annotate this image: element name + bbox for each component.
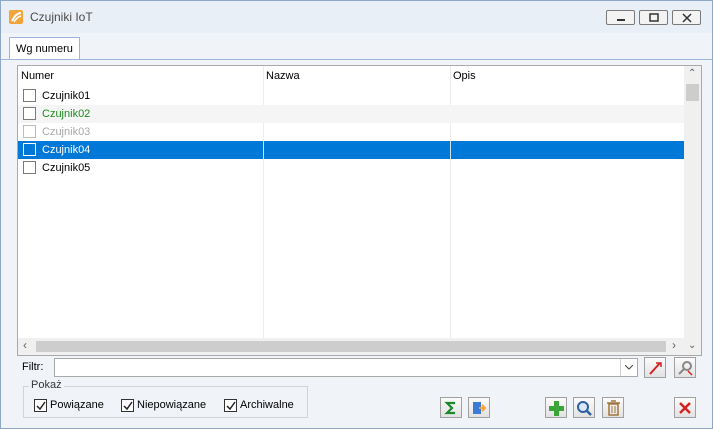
filter-settings-button[interactable] [674, 357, 696, 378]
table-row-selected[interactable]: Czujnik04 [18, 141, 684, 159]
checkmark-icon [123, 401, 133, 411]
sensor-grid[interactable]: Numer Nazwa Opis Czujnik01 Czujnik02 Czu… [17, 65, 702, 356]
minimize-button[interactable] [606, 10, 635, 25]
row-checkbox[interactable] [23, 89, 36, 102]
close-icon [682, 13, 692, 23]
vertical-scrollbar[interactable]: ⌃ [684, 66, 701, 338]
filter-input[interactable] [54, 358, 638, 377]
checkmark-icon [36, 401, 46, 411]
table-row[interactable]: Czujnik01 [18, 87, 684, 105]
scroll-down-icon[interactable]: ⌄ [688, 341, 696, 351]
filter-label: Filtr: [22, 361, 44, 373]
checkmark-icon [226, 401, 236, 411]
sum-icon [444, 401, 455, 415]
tab-wg-numeru[interactable]: Wg numeru [9, 37, 80, 60]
table-row[interactable]: Czujnik05 [18, 159, 684, 177]
show-group-title: Pokaż [29, 379, 64, 391]
tab-strip: Wg numeru [1, 33, 712, 60]
main-window: Czujniki IoT Wg numeru Numer Nazwa Opis … [0, 0, 713, 429]
checkbox-label: Powiązane [50, 399, 104, 411]
tab-divider [1, 59, 712, 60]
table-row[interactable]: Czujnik02 [18, 105, 684, 123]
row-numer: Czujnik05 [42, 162, 91, 174]
row-numer: Czujnik04 [42, 144, 91, 156]
title-bar[interactable]: Czujniki IoT [1, 1, 712, 33]
cell-divider [450, 141, 451, 159]
search-button[interactable] [573, 397, 595, 418]
sum-button[interactable] [440, 397, 462, 418]
scroll-left-icon[interactable]: ‹ [23, 339, 27, 351]
horizontal-scroll-thumb[interactable] [36, 341, 666, 352]
minimize-icon [617, 19, 625, 21]
add-button[interactable] [545, 397, 567, 418]
row-checkbox[interactable] [23, 143, 36, 156]
row-numer: Czujnik01 [42, 90, 91, 102]
window-title: Czujniki IoT [30, 10, 93, 24]
row-checkbox[interactable] [23, 125, 36, 138]
delete-button[interactable] [602, 397, 624, 418]
scroll-up-icon[interactable]: ⌃ [688, 69, 696, 79]
chevron-down-icon [625, 365, 633, 370]
checkbox-label: Archiwalne [240, 399, 294, 411]
checkbox-label: Niepowiązane [137, 399, 207, 411]
grid-header: Numer Nazwa Opis [18, 66, 684, 86]
close-button[interactable] [672, 10, 701, 25]
horizontal-scrollbar[interactable]: ‹ › ⌄ [18, 338, 701, 355]
table-row[interactable]: Czujnik03 [18, 123, 684, 141]
scroll-right-icon[interactable]: › [672, 339, 676, 351]
search-icon [577, 401, 592, 416]
row-numer: Czujnik03 [42, 126, 91, 138]
column-header-numer[interactable]: Numer [21, 70, 54, 82]
close-window-button[interactable] [674, 397, 696, 418]
row-checkbox[interactable] [23, 161, 36, 174]
restore-button[interactable] [639, 10, 668, 25]
clear-filter-icon [649, 362, 662, 375]
cell-divider [263, 141, 264, 159]
export-icon [473, 402, 487, 414]
export-button[interactable] [468, 397, 490, 418]
app-logo-icon [9, 10, 23, 24]
filter-dropdown-button[interactable] [620, 359, 637, 376]
close-window-icon [679, 402, 691, 414]
column-header-nazwa[interactable]: Nazwa [266, 70, 300, 82]
vertical-scroll-thumb[interactable] [686, 84, 699, 101]
row-checkbox[interactable] [23, 107, 36, 120]
restore-icon [649, 13, 659, 22]
clear-filter-button[interactable] [644, 357, 666, 378]
column-header-opis[interactable]: Opis [453, 70, 476, 82]
delete-icon [607, 400, 620, 416]
filter-settings-icon [678, 361, 693, 376]
add-icon [549, 401, 564, 416]
row-numer: Czujnik02 [42, 108, 91, 120]
